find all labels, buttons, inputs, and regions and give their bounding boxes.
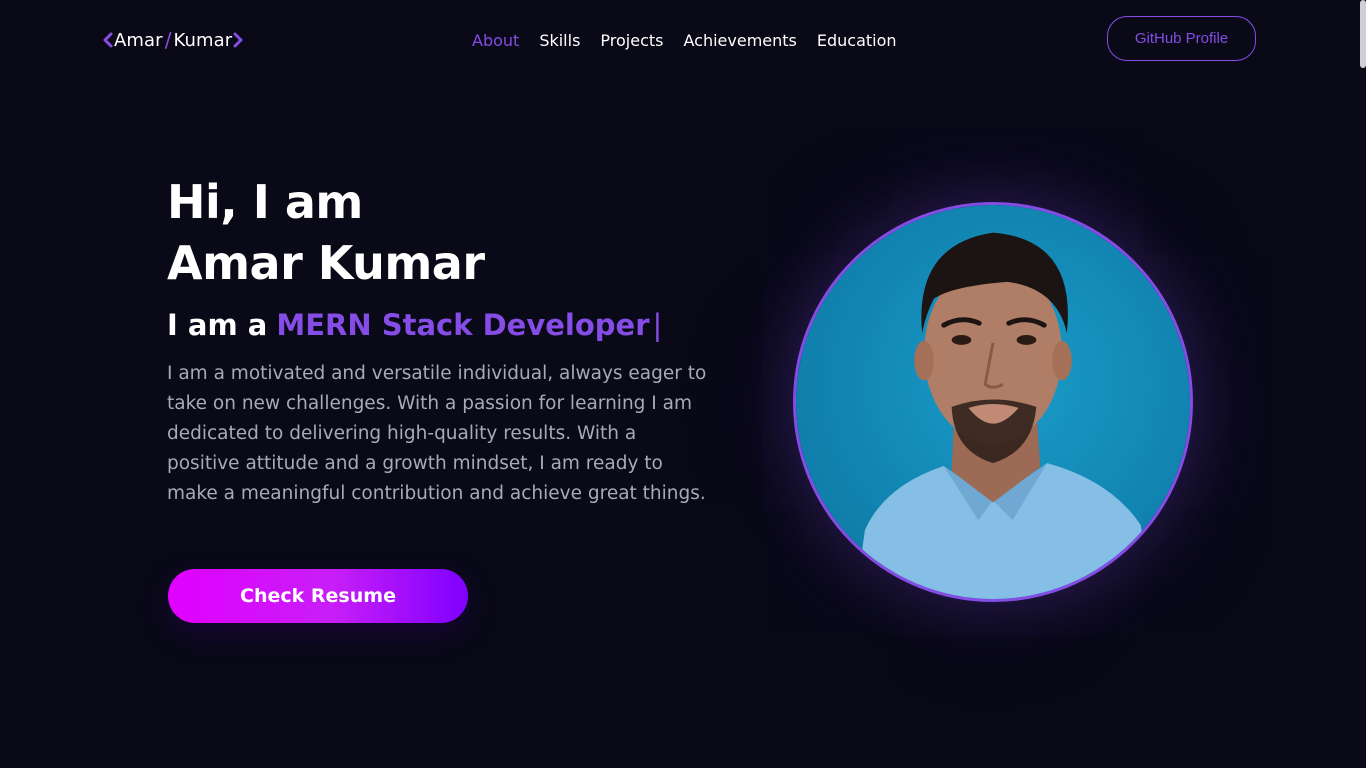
- github-profile-button[interactable]: GitHub Profile: [1107, 16, 1256, 61]
- brand-logo[interactable]: Amar / Kumar: [102, 27, 244, 53]
- nav-link-projects[interactable]: Projects: [600, 31, 663, 50]
- role-typewriter-text: MERN Stack Developer: [276, 308, 650, 342]
- profile-portrait-illustration: [796, 205, 1190, 599]
- page-scrollbar[interactable]: [1360, 0, 1366, 68]
- brand-first-name: Amar: [114, 29, 163, 51]
- main-nav: About Skills Projects Achievements Educa…: [472, 28, 897, 52]
- portfolio-page: Amar / Kumar About Skills Projects Achie…: [0, 0, 1366, 768]
- chevron-left-icon: [102, 32, 114, 48]
- hero-bio: I am a motivated and versatile individua…: [167, 363, 707, 504]
- typewriter-cursor: |: [652, 308, 663, 342]
- nav-link-about[interactable]: About: [472, 31, 519, 50]
- profile-avatar: [793, 202, 1193, 602]
- brand-last-name: Kumar: [173, 29, 233, 51]
- role-line: I am a MERN Stack Developer |: [167, 303, 662, 347]
- role-prefix: I am a: [167, 308, 268, 342]
- brand-separator: /: [164, 28, 172, 52]
- nav-link-education[interactable]: Education: [817, 31, 897, 50]
- hero-name: Amar Kumar: [167, 236, 485, 290]
- hero-greeting: Hi, I am: [167, 175, 363, 229]
- nav-link-achievements[interactable]: Achievements: [683, 31, 796, 50]
- nav-link-skills[interactable]: Skills: [539, 31, 580, 50]
- hero-title: Hi, I am Amar Kumar: [167, 172, 485, 294]
- chevron-right-icon: [232, 32, 244, 48]
- check-resume-button[interactable]: Check Resume: [168, 569, 468, 623]
